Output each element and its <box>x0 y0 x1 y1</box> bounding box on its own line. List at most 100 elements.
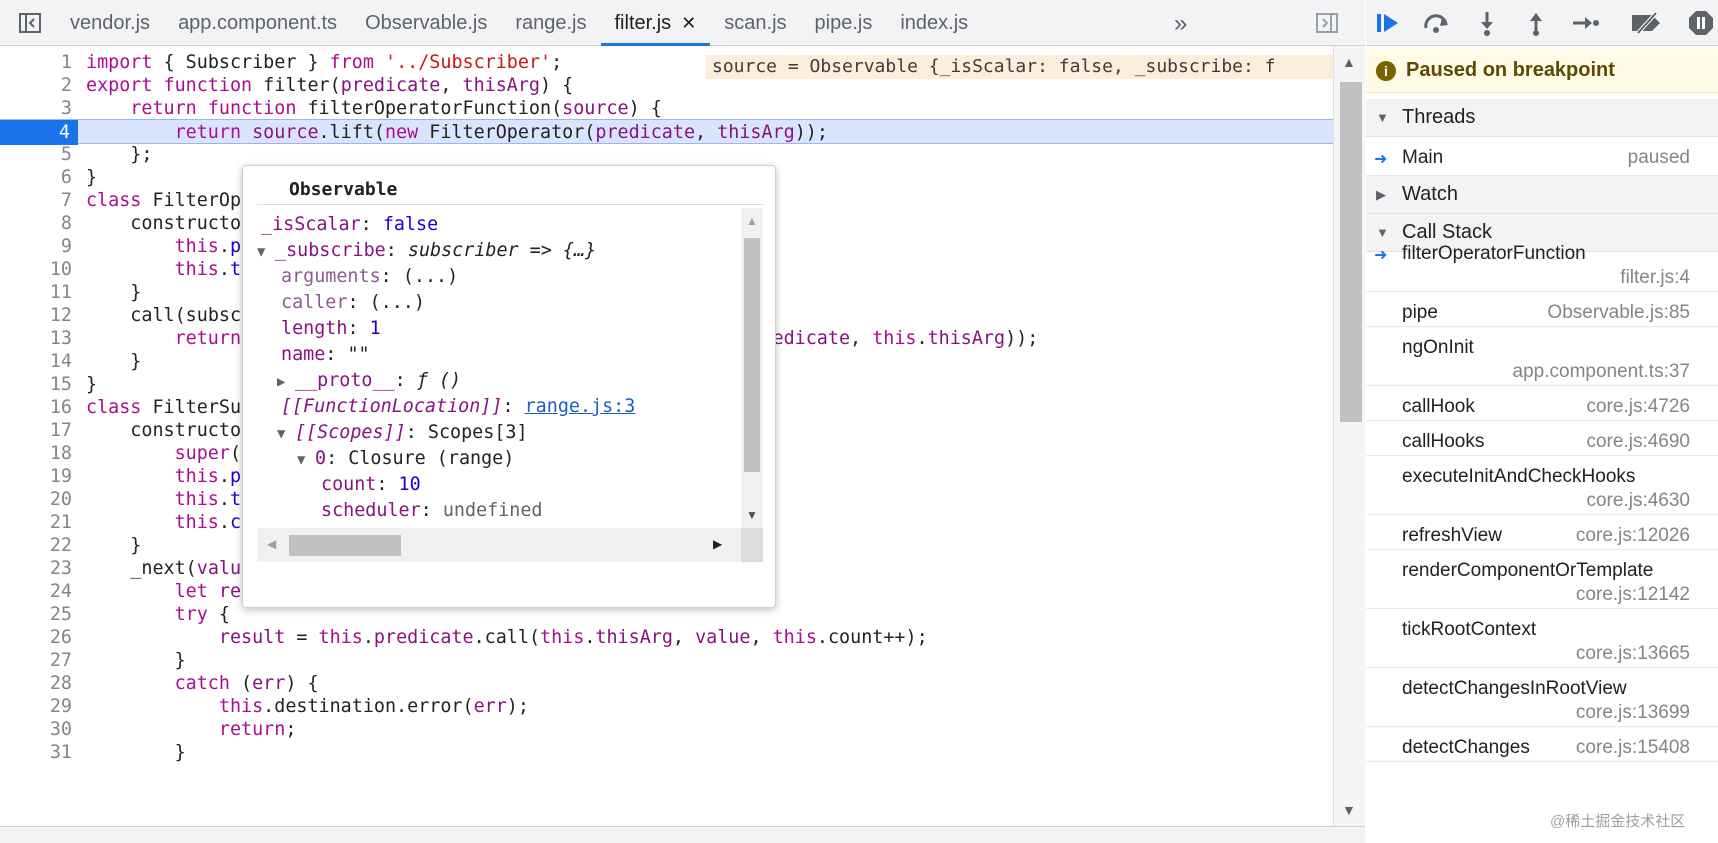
line-number[interactable]: 30 <box>0 717 72 742</box>
call-frame[interactable]: ➜ filterOperatorFunction filter.js:4 <box>1366 233 1718 292</box>
popover-scroll-left-icon[interactable]: ◀ <box>267 537 276 551</box>
watch-section-header[interactable]: ▶ Watch <box>1366 176 1718 214</box>
line-number[interactable]: 21 <box>0 510 72 535</box>
tab-filter-js[interactable]: filter.js ✕ <box>600 0 711 46</box>
frame-location[interactable]: core.js:12026 <box>1576 525 1690 547</box>
call-frame[interactable]: callHook core.js:4726 <box>1366 386 1718 421</box>
frame-location[interactable]: core.js:13699 <box>1576 702 1690 724</box>
code-line[interactable]: 4 return source.lift(new FilterOperator(… <box>0 119 1333 145</box>
code-line[interactable]: 30 return; <box>0 717 1333 742</box>
expand-right-icon[interactable]: ▶ <box>277 369 295 395</box>
frame-location[interactable]: core.js:4726 <box>1586 396 1690 418</box>
editor-vertical-scrollbar[interactable]: ▲ ▼ <box>1333 46 1365 826</box>
code-line[interactable]: 31 } <box>0 740 1333 765</box>
code-line[interactable]: 29 this.destination.error(err); <box>0 694 1333 719</box>
line-number[interactable]: 12 <box>0 303 72 328</box>
call-frame[interactable]: tickRootContext core.js:13665 <box>1366 609 1718 668</box>
line-number[interactable]: 6 <box>0 165 72 190</box>
line-number[interactable]: 5 <box>0 142 72 167</box>
scroll-up-icon[interactable]: ▲ <box>1342 54 1356 70</box>
toggle-debugger-icon[interactable] <box>1315 11 1339 35</box>
code-line[interactable]: 5 }; <box>0 142 1333 167</box>
code-line[interactable]: 3 return function filterOperatorFunction… <box>0 96 1333 121</box>
toggle-navigator-icon[interactable] <box>18 11 42 35</box>
line-number[interactable]: 9 <box>0 234 72 259</box>
call-frame[interactable]: callHooks core.js:4690 <box>1366 421 1718 456</box>
code-line[interactable]: 26 result = this.predicate.call(this.thi… <box>0 625 1333 650</box>
property-row[interactable]: ▶ __proto__: ƒ () <box>277 368 461 394</box>
call-frame[interactable]: ngOnInit app.component.ts:37 <box>1366 327 1718 386</box>
tab-app-component-ts[interactable]: app.component.ts <box>164 0 351 46</box>
tab-scan-js[interactable]: scan.js <box>710 0 800 46</box>
tab-vendor-js[interactable]: vendor.js <box>56 0 164 46</box>
frame-location[interactable]: filter.js:4 <box>1620 267 1690 289</box>
popover-scroll-up-icon[interactable]: ▲ <box>746 214 758 228</box>
popover-scroll-down-icon[interactable]: ▼ <box>746 508 758 522</box>
step-out-icon[interactable] <box>1519 8 1553 38</box>
line-number[interactable]: 14 <box>0 349 72 374</box>
code-line[interactable]: 27 } <box>0 648 1333 673</box>
frame-location[interactable]: Observable.js:85 <box>1547 302 1690 324</box>
line-number[interactable]: 10 <box>0 257 72 282</box>
line-number[interactable]: 11 <box>0 280 72 305</box>
popover-scroll-thumb[interactable] <box>744 238 760 472</box>
property-row[interactable]: ▼ _subscribe: subscriber => {…} <box>257 238 596 264</box>
line-number[interactable]: 26 <box>0 625 72 650</box>
line-number[interactable]: 29 <box>0 694 72 719</box>
popover-horizontal-scrollbar[interactable]: ◀ ▶ <box>257 528 741 562</box>
line-number[interactable]: 7 <box>0 188 72 213</box>
line-number[interactable]: 1 <box>0 50 72 75</box>
line-number[interactable]: 19 <box>0 464 72 489</box>
popover-hscroll-thumb[interactable] <box>289 535 401 556</box>
more-tabs-icon[interactable]: » <box>1174 10 1187 38</box>
popover-vertical-scrollbar[interactable]: ▲ ▼ <box>741 208 763 528</box>
line-number[interactable]: 25 <box>0 602 72 627</box>
call-frame[interactable]: refreshView core.js:12026 <box>1366 515 1718 550</box>
tab-Observable-js[interactable]: Observable.js <box>351 0 501 46</box>
call-frame[interactable]: executeInitAndCheckHooks core.js:4630 <box>1366 456 1718 515</box>
line-number[interactable]: 18 <box>0 441 72 466</box>
call-frame[interactable]: pipe Observable.js:85 <box>1366 292 1718 327</box>
line-number[interactable]: 27 <box>0 648 72 673</box>
expand-down-icon[interactable]: ▼ <box>297 447 315 473</box>
step-over-icon[interactable] <box>1420 8 1454 38</box>
line-number[interactable]: 8 <box>0 211 72 236</box>
line-number[interactable]: 22 <box>0 533 72 558</box>
frame-location[interactable]: core.js:4690 <box>1586 431 1690 453</box>
frame-location[interactable]: core.js:15408 <box>1576 737 1690 759</box>
line-number[interactable]: 16 <box>0 395 72 420</box>
line-number[interactable]: 2 <box>0 73 72 98</box>
close-tab-icon[interactable]: ✕ <box>681 13 696 34</box>
frame-location[interactable]: core.js:12142 <box>1576 584 1690 606</box>
deactivate-breakpoints-icon[interactable] <box>1630 8 1664 38</box>
expand-down-icon[interactable]: ▼ <box>277 421 295 447</box>
editor-scroll-thumb[interactable] <box>1340 82 1362 422</box>
property-row[interactable]: ▼ 0: Closure (range) <box>297 446 514 472</box>
tab-range-js[interactable]: range.js <box>501 0 600 46</box>
resume-icon[interactable] <box>1372 8 1406 38</box>
frame-location[interactable]: core.js:4630 <box>1586 490 1690 512</box>
property-row[interactable]: ▼ [[Scopes]]: Scopes[3] <box>277 420 528 446</box>
threads-section-header[interactable]: ▼ Threads <box>1366 99 1718 137</box>
frame-location[interactable]: core.js:13665 <box>1576 643 1690 665</box>
line-number[interactable]: 31 <box>0 740 72 765</box>
line-number[interactable]: 28 <box>0 671 72 696</box>
call-frame[interactable]: detectChangesInRootView core.js:13699 <box>1366 668 1718 727</box>
thread-row-main[interactable]: ➜ Main paused <box>1366 137 1718 176</box>
tab-index-js[interactable]: index.js <box>886 0 982 46</box>
code-line[interactable]: 28 catch (err) { <box>0 671 1333 696</box>
expand-down-icon[interactable]: ▼ <box>257 239 275 265</box>
tab-pipe-js[interactable]: pipe.js <box>801 0 887 46</box>
scroll-down-icon[interactable]: ▼ <box>1342 802 1356 818</box>
frame-location[interactable]: app.component.ts:37 <box>1513 361 1690 383</box>
function-location-link[interactable]: range.js:3 <box>525 396 636 417</box>
line-number[interactable]: 13 <box>0 326 72 351</box>
step-into-icon[interactable] <box>1470 8 1504 38</box>
line-number[interactable]: 17 <box>0 418 72 443</box>
step-icon[interactable] <box>1568 8 1602 38</box>
popover-scroll-right-icon[interactable]: ▶ <box>713 537 722 551</box>
line-number[interactable]: 24 <box>0 579 72 604</box>
line-number[interactable]: 3 <box>0 96 72 121</box>
line-number[interactable]: 20 <box>0 487 72 512</box>
pause-on-exceptions-icon[interactable] <box>1684 8 1718 38</box>
